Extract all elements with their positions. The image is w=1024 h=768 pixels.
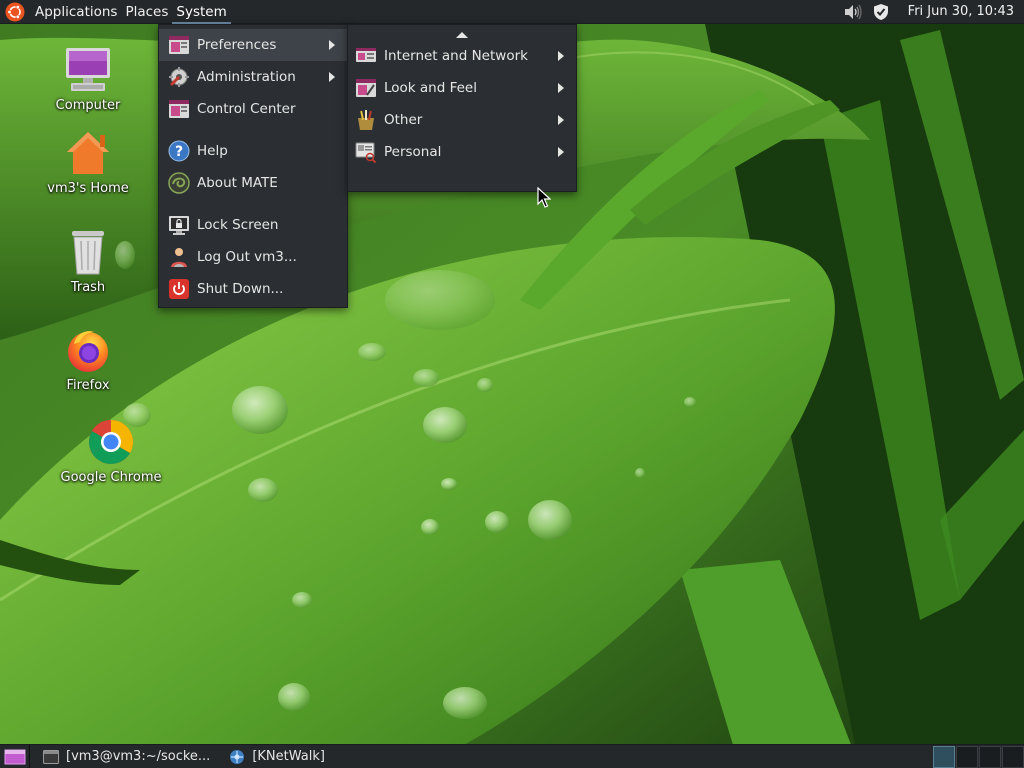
menu-item-look-and-feel[interactable]: Look and Feel	[348, 72, 576, 104]
taskbar-item-knetwalk[interactable]: [KNetWalk]	[222, 746, 331, 768]
menu-item-lock-screen[interactable]: Lock Screen	[159, 209, 347, 241]
menu-item-label: Personal	[384, 144, 442, 160]
notification-area: Fri Jun 30, 10:43	[842, 0, 1024, 24]
preferences-submenu: Internet and Network Look and Feel Other	[347, 24, 577, 192]
administration-icon	[167, 65, 191, 89]
menu-item-internet-and-network[interactable]: Internet and Network	[348, 40, 576, 72]
workspace-3[interactable]	[979, 745, 1001, 768]
menu-item-label: Help	[197, 143, 228, 159]
menu-item-label: About MATE	[197, 175, 278, 191]
lock-screen-icon	[167, 213, 191, 237]
knetwalk-icon	[228, 748, 246, 766]
menu-item-control-center[interactable]: Control Center	[159, 93, 347, 125]
terminal-icon	[42, 748, 60, 766]
desktop-icon-home[interactable]: vm3's Home	[33, 127, 143, 196]
menu-item-personal[interactable]: Personal	[348, 136, 576, 168]
trash-icon	[62, 226, 114, 278]
clock[interactable]: Fri Jun 30, 10:43	[908, 4, 1014, 19]
submenu-arrow-icon	[558, 115, 564, 125]
submenu-arrow-icon	[558, 51, 564, 61]
desktop-icon-label: vm3's Home	[47, 181, 129, 196]
menu-item-other[interactable]: Other	[348, 104, 576, 136]
system-menu[interactable]: System	[172, 0, 231, 24]
preferences-icon	[167, 33, 191, 57]
top-panel: Applications Places System Fri Jun 30, 1…	[0, 0, 1024, 24]
chrome-icon	[85, 416, 137, 468]
menu-item-administration[interactable]: Administration	[159, 61, 347, 93]
submenu-arrow-icon	[329, 40, 335, 50]
ubuntu-logo-icon[interactable]	[5, 2, 25, 22]
desktop-icon-firefox[interactable]: Firefox	[33, 324, 143, 393]
other-prefs-icon	[354, 108, 378, 132]
taskbar-item-label: [vm3@vm3:~/socke...	[66, 749, 211, 764]
system-dropdown-menu: Preferences Administration Control Cente…	[158, 24, 348, 308]
computer-icon	[62, 44, 114, 96]
personal-prefs-icon	[354, 140, 378, 164]
logout-icon	[167, 245, 191, 269]
desktop-icon-label: Trash	[70, 280, 106, 295]
places-menu[interactable]: Places	[121, 0, 172, 24]
mate-logo-icon	[167, 171, 191, 195]
workspace-1[interactable]	[933, 745, 955, 768]
menu-item-help[interactable]: ? Help	[159, 135, 347, 167]
control-center-icon	[167, 97, 191, 121]
desktop-icon-computer[interactable]: Computer	[33, 44, 143, 113]
shield-icon[interactable]	[870, 1, 892, 23]
submenu-arrow-icon	[558, 147, 564, 157]
workspace-switcher	[932, 745, 1024, 768]
menu-item-log-out[interactable]: Log Out vm3...	[159, 241, 347, 273]
menu-item-preferences[interactable]: Preferences	[159, 29, 347, 61]
submenu-arrow-icon	[558, 83, 564, 93]
menu-item-label: Other	[384, 112, 423, 128]
menu-item-label: Internet and Network	[384, 48, 528, 64]
menu-item-label: Administration	[197, 69, 296, 85]
appearance-icon	[354, 76, 378, 100]
menu-item-label: Look and Feel	[384, 80, 477, 96]
power-icon	[167, 277, 191, 301]
firefox-icon	[62, 324, 114, 376]
taskbar-item-terminal[interactable]: [vm3@vm3:~/socke...	[36, 746, 216, 768]
workspace-4[interactable]	[1002, 745, 1024, 768]
desktop-icon-label: Google Chrome	[60, 470, 162, 485]
desktop-icon-trash[interactable]: Trash	[33, 226, 143, 295]
menu-item-label: Lock Screen	[197, 217, 279, 233]
desktop-icon-label: Firefox	[66, 378, 110, 393]
show-desktop-button[interactable]	[0, 744, 30, 768]
volume-icon[interactable]	[842, 1, 864, 23]
menu-item-label: Preferences	[197, 37, 277, 53]
svg-text:?: ?	[175, 144, 183, 160]
menu-separator	[159, 125, 347, 135]
desktop-icon-chrome[interactable]: Google Chrome	[56, 416, 166, 485]
menu-item-shut-down[interactable]: Shut Down...	[159, 273, 347, 305]
menu-item-about-mate[interactable]: About MATE	[159, 167, 347, 199]
applications-menu[interactable]: Applications	[31, 0, 121, 24]
network-prefs-icon	[354, 44, 378, 68]
menu-separator	[159, 199, 347, 209]
taskbar-item-label: [KNetWalk]	[252, 749, 325, 764]
menu-item-label: Log Out vm3...	[197, 249, 297, 265]
workspace-2[interactable]	[956, 745, 978, 768]
home-folder-icon	[62, 127, 114, 179]
bottom-panel: [vm3@vm3:~/socke... [KNetWalk]	[0, 744, 1024, 768]
mouse-cursor-icon	[537, 186, 552, 213]
menu-item-label: Shut Down...	[197, 281, 284, 297]
menu-item-label: Control Center	[197, 101, 296, 117]
submenu-arrow-icon	[329, 72, 335, 82]
desktop-icon-label: Computer	[55, 98, 121, 113]
help-icon: ?	[167, 139, 191, 163]
